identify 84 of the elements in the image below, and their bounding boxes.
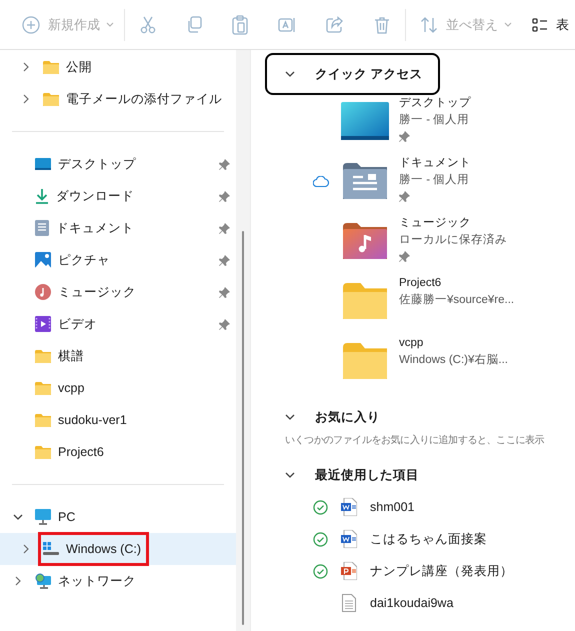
- sidebar-item[interactable]: Project6: [0, 436, 236, 468]
- empty-message: いくつかのファイルをお気に入りに追加すると、ここに表示: [285, 434, 544, 448]
- chevron-right-icon[interactable]: [13, 576, 23, 586]
- view-button[interactable]: 表: [520, 6, 569, 42]
- cut-icon: [140, 16, 156, 34]
- word-document-icon: [341, 498, 357, 516]
- item-location: ローカルに保存済み: [399, 232, 507, 248]
- chevron-down-icon[interactable]: [13, 512, 23, 522]
- sidebar-item[interactable]: 電子メールの添付ファイル: [0, 83, 236, 115]
- desktop-icon: [341, 102, 389, 140]
- desktop-icon: [35, 158, 51, 170]
- item-name: ドキュメント: [399, 156, 471, 171]
- annotation-box: Windows (C:): [40, 534, 148, 564]
- recent-file-item[interactable]: dai1koudai9wa: [312, 587, 458, 619]
- sidebar-item[interactable]: ミュージック: [0, 276, 236, 308]
- add-icon: [22, 16, 40, 34]
- chevron-down-icon: [285, 412, 295, 422]
- paste-icon: [232, 14, 248, 34]
- item-location: 勝一 - 個人用: [399, 172, 470, 188]
- section-header[interactable]: 最近使用した項目: [265, 459, 437, 491]
- item-name: vcpp: [399, 336, 424, 351]
- video-icon: [35, 316, 51, 332]
- sidebar-item[interactable]: sudoku-ver1: [0, 404, 236, 436]
- sidebar-item[interactable]: Windows (C:): [0, 533, 236, 565]
- copy-icon: [186, 16, 202, 34]
- folder-icon: [35, 382, 51, 394]
- picture-icon: [35, 252, 51, 268]
- music-folder-icon: [343, 223, 387, 259]
- quick-access-item[interactable]: vcpp Windows (C:)¥右脳...: [265, 335, 575, 395]
- document-icon: [35, 220, 49, 236]
- section-header[interactable]: クイック アクセス: [265, 53, 440, 95]
- monitor-icon: [35, 509, 51, 525]
- music-icon: [35, 284, 51, 300]
- quick-access-item[interactable]: デスクトップ 勝一 - 個人用: [265, 95, 575, 155]
- sidebar-item[interactable]: PC: [0, 501, 236, 533]
- sidebar-item[interactable]: ビデオ: [0, 308, 236, 340]
- chevron-right-icon[interactable]: [21, 62, 31, 72]
- folder-icon: [343, 343, 387, 379]
- sidebar-item[interactable]: vcpp: [0, 372, 236, 404]
- quick-access-item[interactable]: ドキュメント 勝一 - 個人用: [265, 155, 575, 215]
- recent-file-item[interactable]: ナンプレ講座（発表用）: [312, 555, 517, 587]
- caret-icon: [504, 22, 512, 27]
- download-icon: [35, 188, 49, 204]
- item-location: 勝一 - 個人用: [399, 112, 470, 128]
- item-location: Windows (C:)¥右脳...: [399, 353, 508, 368]
- folder-icon: [35, 446, 51, 458]
- drive-icon: [43, 542, 59, 556]
- sidebar-item[interactable]: ドキュメント: [0, 212, 236, 244]
- folder-icon: [35, 414, 51, 426]
- sidebar-item[interactable]: 公開: [0, 51, 236, 83]
- view-icon: [532, 18, 548, 32]
- item-name: デスクトップ: [399, 95, 471, 111]
- text-file-icon: [342, 594, 356, 612]
- section-header[interactable]: お気に入り: [265, 401, 398, 433]
- sidebar-item[interactable]: ダウンロード: [0, 180, 236, 212]
- caret-icon: [106, 22, 114, 27]
- item-name: Project6: [399, 276, 442, 291]
- chevron-down-icon: [285, 470, 295, 480]
- quick-access-item[interactable]: ミュージック ローカルに保存済み: [265, 215, 575, 275]
- chevron-right-icon[interactable]: [21, 94, 31, 104]
- folder-icon: [43, 92, 59, 106]
- scrollbar-thumb[interactable]: [242, 231, 244, 625]
- network-icon: [35, 573, 51, 589]
- recent-file-item[interactable]: shm001: [312, 491, 418, 523]
- sidebar-item[interactable]: ネットワーク: [0, 565, 236, 597]
- share-icon: [326, 16, 344, 34]
- sidebar-item[interactable]: デスクトップ: [0, 148, 236, 180]
- presentation-icon: [341, 562, 357, 580]
- folder-icon: [43, 60, 59, 74]
- folder-icon: [343, 283, 387, 319]
- word-document-icon: [341, 530, 357, 548]
- item-location: 佐藤勝一¥source¥re...: [399, 292, 514, 308]
- item-name: ミュージック: [399, 216, 471, 231]
- folder-icon: [35, 350, 51, 362]
- recent-file-item[interactable]: こはるちゃん面接案: [312, 523, 491, 555]
- document-folder-icon: [343, 163, 387, 199]
- sidebar-item[interactable]: ピクチャ: [0, 244, 236, 276]
- chevron-right-icon[interactable]: [21, 544, 31, 554]
- chevron-down-icon: [285, 69, 295, 79]
- sidebar-item[interactable]: 棋譜: [0, 340, 236, 372]
- quick-access-item[interactable]: Project6 佐藤勝一¥source¥re...: [265, 275, 575, 335]
- delete-icon: [374, 16, 390, 34]
- sort-icon: [420, 16, 438, 34]
- rename-icon: [278, 16, 296, 34]
